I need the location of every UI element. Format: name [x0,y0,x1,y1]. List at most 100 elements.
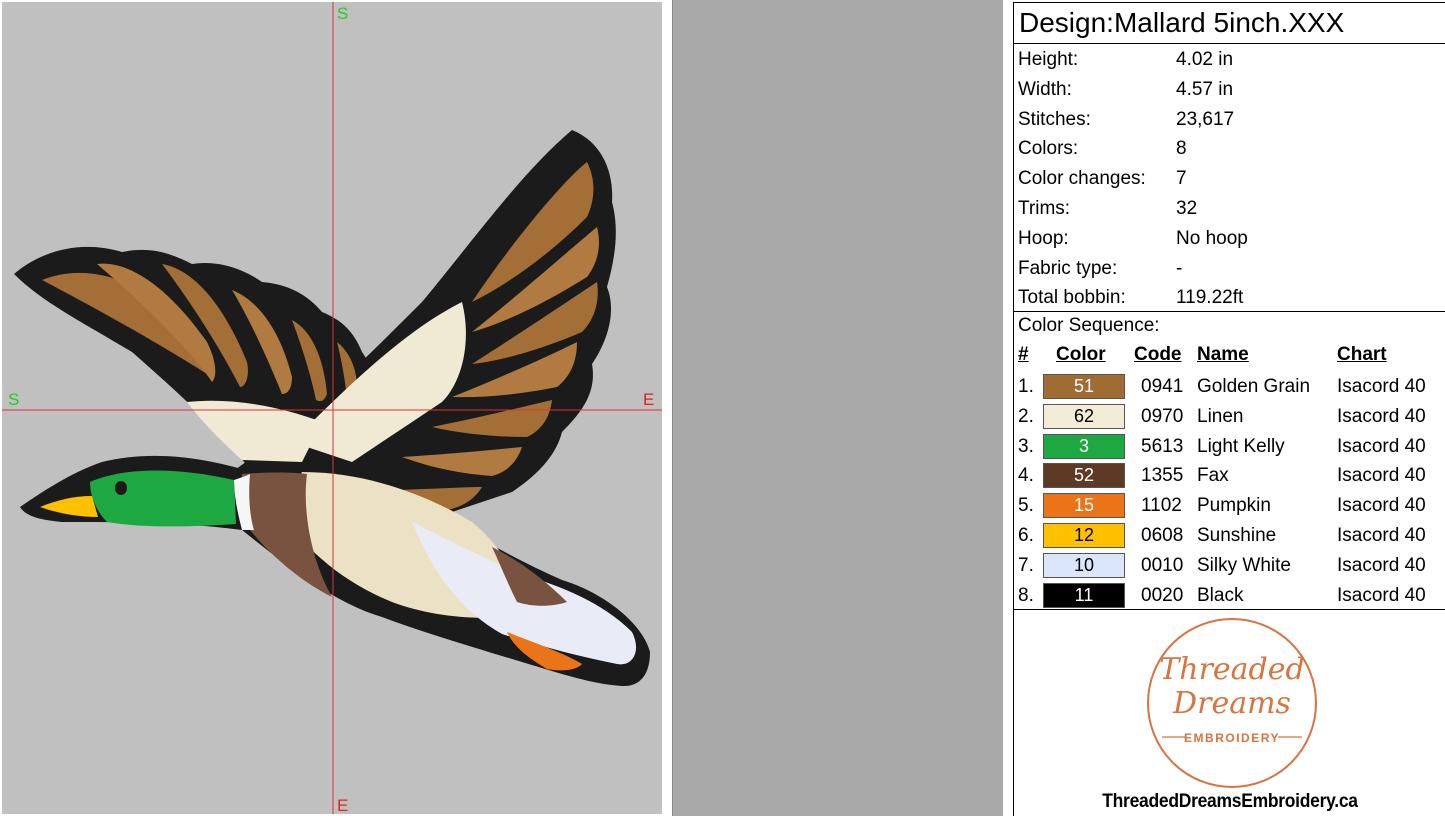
property-value: 32 [1176,198,1198,219]
threaded-dreams-logo: Threaded Dreams EMBROIDERY [1147,618,1317,788]
thread-chart: Isacord 40 [1337,584,1426,606]
divider [1014,609,1445,610]
thread-code: 0941 [1141,376,1184,397]
color-sequence-row: 8. 11 0020 Black Isacord 40 [1014,581,1445,611]
header-color: Color [1056,344,1106,365]
logo-line-1: Threaded [1159,652,1304,687]
property-row: Fabric type: - [1014,254,1445,284]
color-swatch: 15 [1043,493,1125,519]
property-label: Total bobbin: [1018,287,1126,309]
divider [1014,311,1445,312]
logo-line-3: EMBROIDERY [1184,731,1280,745]
thread-name: Sunshine [1197,525,1277,546]
color-swatch: 3 [1043,433,1125,459]
thread-chart: Isacord 40 [1337,405,1426,427]
thread-code: 5613 [1141,435,1184,457]
color-sequence-row: 6. 12 0608 Sunshine Isacord 40 [1014,521,1445,551]
thread-name: Pumpkin [1197,495,1271,517]
property-label: Height: [1018,49,1079,70]
color-swatch: 62 [1043,403,1125,429]
header-name: Name [1197,344,1249,365]
sequence-number: 8. [1018,584,1034,606]
property-row: Trims: 32 [1014,194,1445,224]
thread-name: Silky White [1197,554,1291,576]
color-swatch: 10 [1043,552,1125,578]
property-value: No hoop [1176,227,1248,249]
website-url: ThreadedDreamsEmbroidery.ca [1102,791,1358,812]
sequence-number: 2. [1018,405,1034,427]
property-value: 23,617 [1176,108,1235,130]
property-label: Width: [1018,78,1072,100]
thread-code: 0020 [1141,584,1184,606]
color-swatch: 51 [1043,374,1125,399]
property-value: 7 [1176,168,1187,190]
property-label: Colors: [1018,138,1079,160]
property-row: Color changes: 7 [1014,164,1445,194]
header-chart: Chart [1337,344,1387,365]
property-value: 8 [1176,138,1187,160]
sequence-number: 3. [1018,435,1034,457]
property-value: 4.02 in [1176,49,1234,70]
logo-line-2: Dreams [1172,686,1291,721]
workspace-background [672,0,1003,816]
color-sequence-row: 4. 52 1355 Fax Isacord 40 [1014,461,1445,491]
property-label: Color changes: [1018,168,1146,190]
header-number: # [1018,344,1029,365]
thread-chart: Isacord 40 [1337,376,1426,397]
thread-name: Golden Grain [1197,376,1311,397]
sequence-number: 7. [1018,554,1034,576]
thread-chart: Isacord 40 [1337,525,1426,546]
thread-name: Black [1197,584,1244,606]
thread-chart: Isacord 40 [1337,435,1426,457]
design-canvas[interactable]: S S E E [2,2,662,814]
color-sequence-title: Color Sequence: [1018,315,1160,336]
color-sequence-row: 5. 15 1102 Pumpkin Isacord 40 [1014,491,1445,521]
property-label: Fabric type: [1018,257,1118,279]
property-label: Trims: [1018,198,1071,219]
design-title: Design:Mallard 5inch.XXX [1019,7,1345,38]
sequence-number: 6. [1018,525,1034,546]
horizontal-end-label: E [643,390,655,409]
vertical-start-label: S [337,4,349,23]
color-sequence-row: 3. 3 5613 Light Kelly Isacord 40 [1014,432,1445,462]
color-sequence-row: 1. 51 0941 Golden Grain Isacord 40 [1014,372,1445,402]
property-value: 119.22ft [1176,287,1244,309]
mallard-design-preview [2,2,662,814]
property-value: - [1176,257,1183,279]
thread-name: Fax [1197,465,1229,487]
sequence-number: 1. [1018,376,1034,397]
horizontal-start-label: S [8,390,20,409]
property-row: Stitches: 23,617 [1014,105,1445,135]
thread-code: 0970 [1141,405,1184,427]
property-label: Stitches: [1018,108,1091,130]
property-label: Hoop: [1018,227,1069,249]
header-code: Code [1134,344,1182,365]
thread-code: 0010 [1141,554,1184,576]
property-row: Height: 4.02 in [1014,45,1445,75]
color-sequence-row: 2. 62 0970 Linen Isacord 40 [1014,402,1445,432]
thread-code: 1102 [1141,495,1182,517]
color-swatch: 12 [1043,523,1125,548]
thread-code: 1355 [1141,465,1184,487]
mallard-duck-image [14,130,650,687]
sequence-number: 5. [1018,495,1034,517]
design-info-sheet: Design:Mallard 5inch.XXX Height: 4.02 in W… [1013,2,1445,816]
color-swatch: 11 [1043,582,1125,608]
thread-name: Light Kelly [1197,435,1285,457]
thread-chart: Isacord 40 [1337,465,1426,487]
property-value: 4.57 in [1176,78,1234,100]
color-swatch: 52 [1043,463,1125,489]
design-info-panel: Design:Mallard 5inch.XXX Height: 4.02 in W… [1003,0,1445,816]
property-row: Hoop: No hoop [1014,224,1445,254]
thread-chart: Isacord 40 [1337,554,1426,576]
property-row: Total bobbin: 119.22ft [1014,283,1445,313]
property-row: Colors: 8 [1014,134,1445,164]
property-row: Width: 4.57 in [1014,75,1445,105]
vertical-end-label: E [337,796,349,815]
canvas-panel: S S E E [0,0,672,816]
thread-code: 0608 [1141,525,1184,546]
color-sequence-row: 7. 10 0010 Silky White Isacord 40 [1014,551,1445,581]
thread-name: Linen [1197,405,1244,427]
thread-chart: Isacord 40 [1337,495,1426,517]
sequence-number: 4. [1018,465,1034,487]
